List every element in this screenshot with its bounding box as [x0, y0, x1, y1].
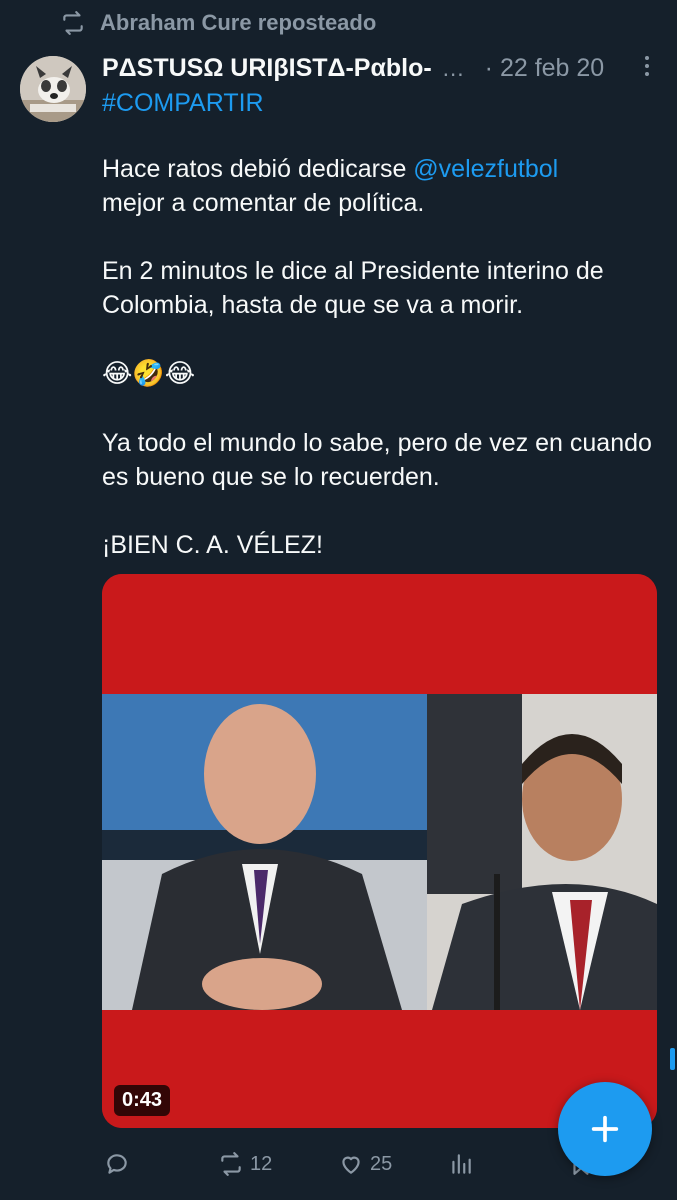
reply-icon	[107, 1154, 127, 1174]
tweet-header: PΔSTUSΩ URIβISTΔ-Pαblo- … · 22 feb 20	[102, 50, 653, 86]
video-duration: 0:43	[114, 1085, 171, 1116]
repost-button[interactable]: 12	[218, 1151, 338, 1177]
mention-link[interactable]: @velezfutbol	[413, 155, 558, 183]
hashtag-link[interactable]: #COMPARTIR	[102, 89, 264, 117]
tweet-paragraph-2: En 2 minutos le dice al Presidente inter…	[102, 257, 604, 319]
like-button[interactable]: 25	[338, 1151, 448, 1177]
repost-text: Abraham Cure reposteado	[100, 10, 377, 35]
tweet-date[interactable]: · 22 feb 20	[485, 54, 605, 83]
reply-button[interactable]	[104, 1151, 218, 1177]
heart-icon	[342, 1156, 360, 1174]
views-button[interactable]	[448, 1151, 568, 1177]
avatar[interactable]	[20, 56, 86, 122]
repost-count: 12	[250, 1152, 273, 1175]
repost-action-icon	[221, 1152, 241, 1176]
emoji-row: 😂🤣😂	[102, 358, 196, 388]
repost-indicator[interactable]: Abraham Cure reposteado	[60, 8, 376, 38]
tweet-text-line1: Hace ratos debió dedicarse	[102, 155, 414, 183]
author-name[interactable]: PΔSTUSΩ URIβISTΔ-Pαblo-	[102, 54, 432, 83]
scrollbar-thumb[interactable]	[670, 1048, 675, 1070]
more-options-icon[interactable]	[641, 56, 653, 80]
tweet-text-line1-cont: mejor a comentar de política.	[102, 189, 425, 217]
repost-icon	[63, 11, 83, 35]
like-count: 25	[370, 1152, 393, 1175]
compose-button[interactable]	[558, 1082, 652, 1176]
plus-icon	[591, 1115, 619, 1143]
video-player[interactable]: 0:43	[102, 574, 657, 1128]
tweet-paragraph-3: Ya todo el mundo lo sabe, pero de vez en…	[102, 429, 652, 491]
tweet-body: #COMPARTIR Hace ratos debió dedicarse @v…	[102, 86, 662, 562]
tweet-paragraph-4: ¡BIEN C. A. VÉLEZ!	[102, 531, 323, 559]
video-thumbnail	[102, 574, 657, 1128]
views-icon	[452, 1154, 471, 1174]
name-ellipsis: …	[441, 54, 465, 81]
